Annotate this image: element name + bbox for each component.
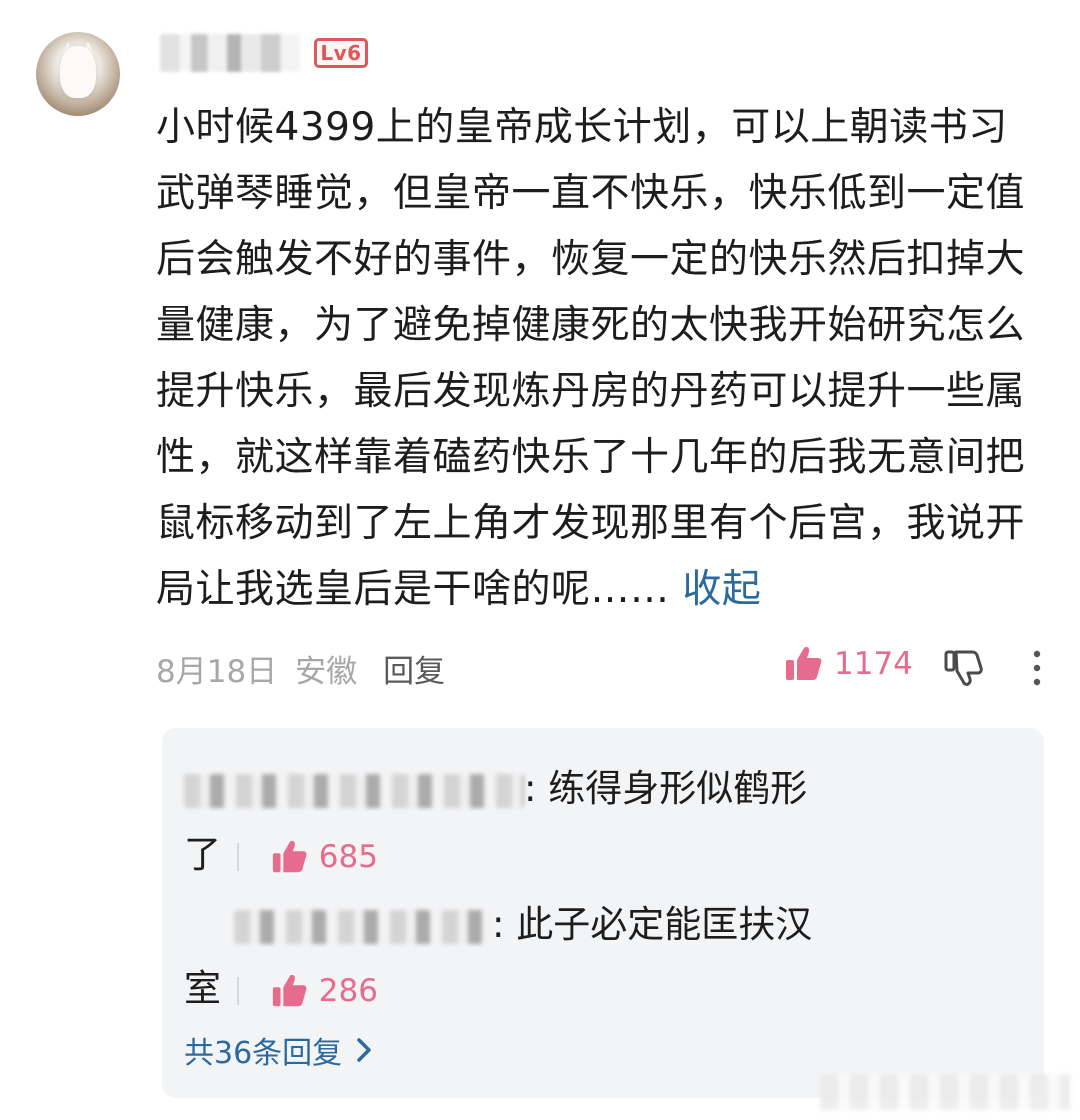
reply-button[interactable]: 回复 — [383, 646, 445, 691]
chevron-right-icon — [357, 1038, 371, 1062]
divider — [237, 842, 239, 871]
thumbs-down-icon — [944, 650, 983, 686]
avatar[interactable] — [36, 32, 120, 116]
reply-like-button[interactable]: 286 — [271, 958, 378, 1024]
divider — [237, 976, 239, 1005]
see-all-replies-link[interactable]: 共36条回复 — [184, 1028, 372, 1072]
reply-username-redacted — [184, 773, 524, 808]
reply-like-button[interactable]: 685 — [271, 824, 378, 890]
reply-item[interactable]: : 练得身形似鹤形 — [184, 756, 807, 822]
reply-text: : 练得身形似鹤形 — [524, 767, 808, 810]
comment-meta: 8月18日 安徽 回复 — [156, 646, 445, 691]
thumbs-up-icon — [786, 647, 822, 680]
watermark-redacted — [820, 1074, 1070, 1110]
comment-location: 安徽 — [295, 654, 358, 690]
comment-body: 小时候4399上的皇帝成长计划，可以上朝读书习武弹琴睡觉，但皇帝一直不快乐，快乐… — [156, 95, 1036, 623]
see-all-replies-label: 共36条回复 — [184, 1036, 343, 1071]
dislike-button[interactable] — [944, 648, 984, 688]
username-redacted[interactable] — [160, 34, 300, 72]
reply-text-continued: 了 — [184, 833, 221, 876]
reply-item-continued: 了 685 — [184, 822, 378, 890]
like-count: 1174 — [834, 646, 913, 682]
reply-like-count: 286 — [318, 972, 378, 1009]
reply-text-continued: 室 — [184, 967, 221, 1010]
reply-username-redacted — [234, 909, 492, 944]
more-options-button[interactable] — [1028, 648, 1046, 688]
reply-text: : 此子必定能匡扶汉 — [492, 903, 813, 946]
avatar-cat-image — [60, 46, 96, 98]
like-button[interactable]: 1174 — [784, 644, 913, 684]
collapse-link[interactable]: 收起 — [682, 567, 761, 612]
reply-like-count: 685 — [318, 838, 378, 875]
comment-text: 小时候4399上的皇帝成长计划，可以上朝读书习武弹琴睡觉，但皇帝一直不快乐，快乐… — [156, 105, 1026, 612]
thumbs-up-icon — [272, 974, 307, 1006]
comment-date: 8月18日 — [156, 654, 278, 690]
reply-item-continued: 室 286 — [184, 956, 378, 1024]
level-badge: Lv6 — [314, 38, 368, 68]
replies-panel: : 练得身形似鹤形 了 685 : 此子必定能匡扶汉 室 286 共36条回复 — [162, 728, 1044, 1098]
more-vertical-icon — [1033, 650, 1041, 686]
reply-item[interactable]: : 此子必定能匡扶汉 — [184, 892, 812, 958]
thumbs-up-icon — [272, 840, 307, 872]
